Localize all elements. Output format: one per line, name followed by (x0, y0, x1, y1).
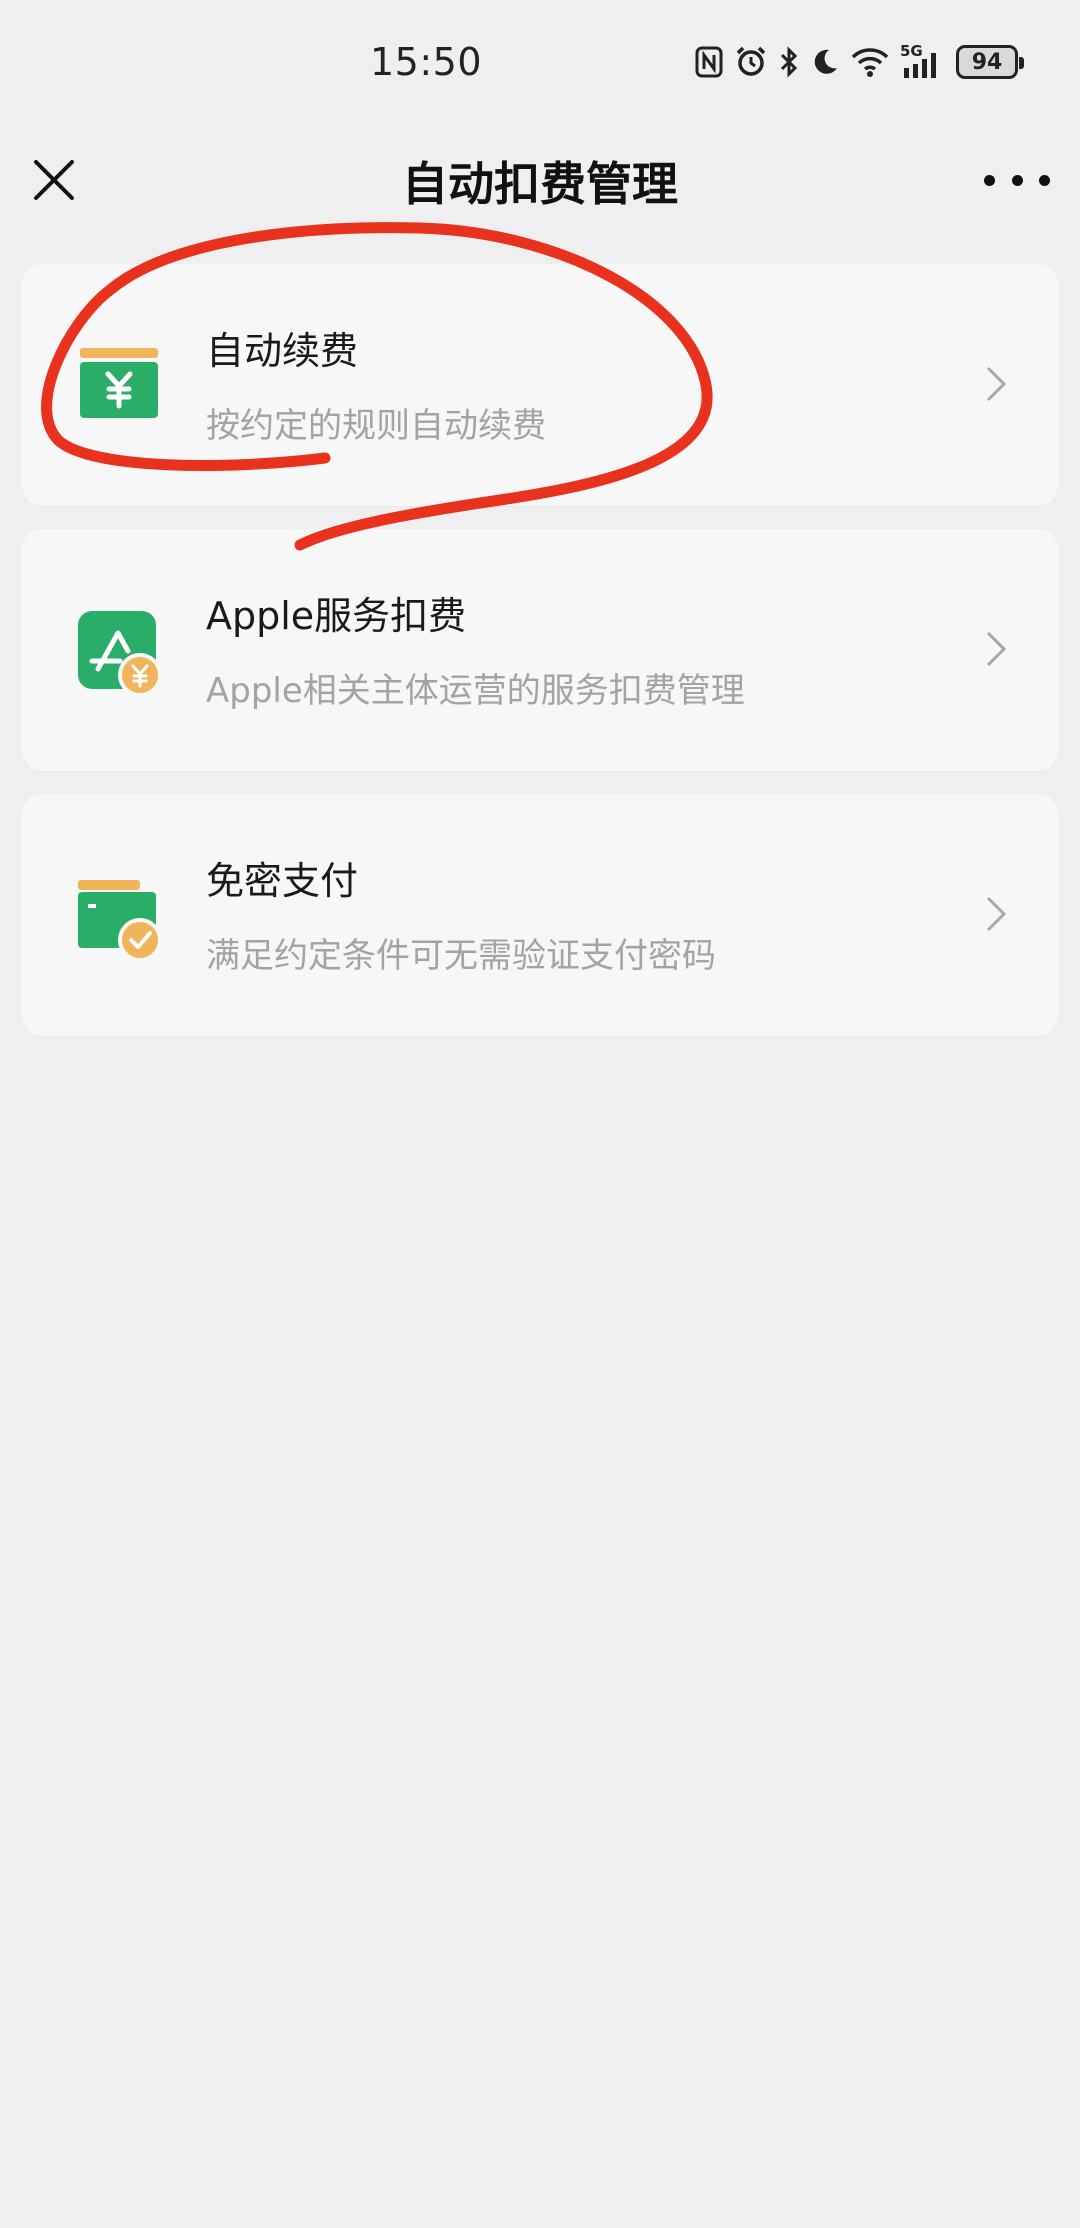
status-icons: 5G 94 (694, 42, 1024, 82)
item-subtitle: Apple相关主体运营的服务扣费管理 (206, 671, 745, 711)
item-title: Apple服务扣费 (206, 594, 467, 638)
page-title: 自动扣费管理 (402, 157, 678, 211)
item-title: 自动续费 (206, 329, 359, 373)
alarm-icon (736, 46, 766, 76)
bluetooth-icon (780, 46, 798, 78)
wifi-icon (851, 48, 889, 77)
moon-icon (814, 49, 837, 74)
screen: 15:50 5G 94 自动扣费管理 自动续费 按约定的规则自动续费 Apple… (0, 0, 1080, 2228)
status-bar: 15:50 5G 94 (0, 0, 1080, 120)
status-time: 15:50 (370, 40, 483, 84)
nav-bar: 自动扣费管理 (0, 120, 1080, 240)
wallet-check-icon (78, 880, 162, 962)
item-subtitle: 按约定的规则自动续费 (206, 406, 546, 446)
item-subtitle: 满足约定条件可无需验证支付密码 (206, 936, 716, 976)
chevron-right-icon (986, 631, 1007, 667)
chevron-right-icon (986, 896, 1007, 932)
auto-renew-item[interactable]: 自动续费 按约定的规则自动续费 (22, 264, 1058, 506)
wallet-yen-icon (80, 348, 158, 418)
more-dot (984, 174, 995, 186)
nfc-icon (695, 46, 723, 78)
password-free-item[interactable]: 免密支付 满足约定条件可无需验证支付密码 (22, 794, 1058, 1036)
more-dot (1011, 174, 1023, 186)
battery-level: 94 (971, 49, 1003, 75)
more-dot (1039, 174, 1050, 186)
item-title: 免密支付 (206, 859, 359, 903)
app-store-yen-icon (78, 611, 162, 697)
more-icon[interactable] (984, 160, 1050, 200)
apple-service-item[interactable]: Apple服务扣费 Apple相关主体运营的服务扣费管理 (22, 529, 1058, 771)
signal-icon: 5G (900, 42, 946, 80)
battery-icon: 94 (956, 45, 1024, 79)
chevron-right-icon (986, 366, 1007, 402)
